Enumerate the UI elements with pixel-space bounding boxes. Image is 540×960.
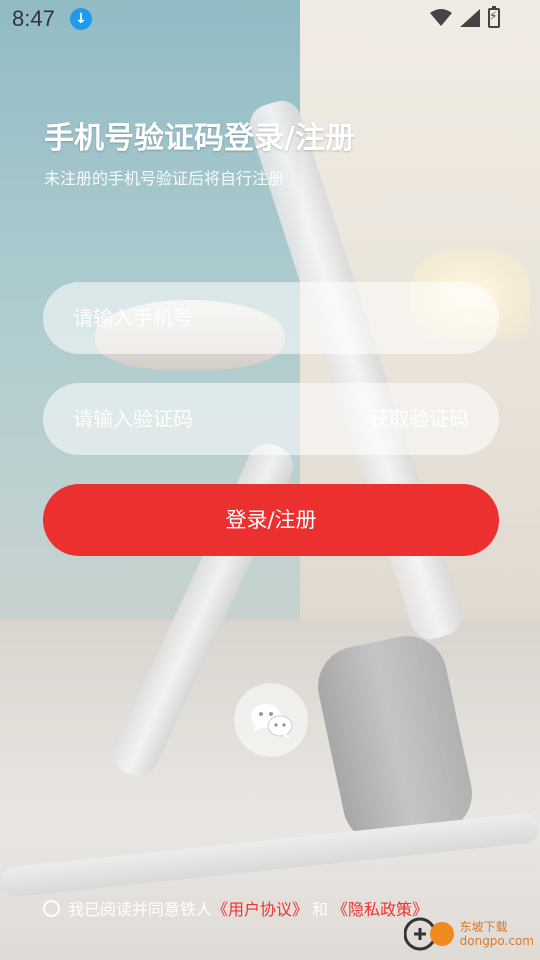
- agreement-row: 我已阅读并同意铁人 《用户协议》 和 《隐私政策》: [43, 896, 428, 920]
- agreement-and: 和: [312, 900, 329, 919]
- get-code-button[interactable]: 获取验证码: [369, 383, 469, 455]
- code-field-container: 获取验证码: [43, 383, 499, 455]
- phone-input[interactable]: [73, 282, 353, 354]
- verification-code-input[interactable]: [73, 383, 353, 455]
- wechat-login-button[interactable]: [234, 683, 308, 757]
- signal-icon: [460, 9, 480, 27]
- agreement-radio[interactable]: [43, 899, 60, 917]
- battery-charging-icon: [488, 6, 500, 28]
- phone-field-container: [43, 282, 499, 354]
- status-bar: 8:47 ↓: [0, 0, 540, 38]
- agreement-prefix: 我已阅读并同意铁人: [68, 900, 213, 919]
- page-subtitle: 未注册的手机号验证后将自行注册: [44, 169, 285, 188]
- download-icon: ↓: [70, 8, 92, 30]
- watermark-logo: [403, 914, 456, 954]
- user-agreement-link[interactable]: 《用户协议》: [212, 896, 308, 920]
- watermark: 东坡下载 dongpo.com: [403, 914, 534, 954]
- watermark-text-1: 东坡下载: [459, 920, 508, 934]
- watermark-text-2: dongpo.com: [459, 934, 534, 948]
- login-register-button[interactable]: 登录/注册: [43, 484, 499, 556]
- status-time: 8:47: [12, 6, 55, 31]
- wifi-icon: [430, 9, 452, 26]
- wechat-icon: [251, 704, 293, 739]
- page-title: 手机号验证码登录/注册: [44, 121, 355, 156]
